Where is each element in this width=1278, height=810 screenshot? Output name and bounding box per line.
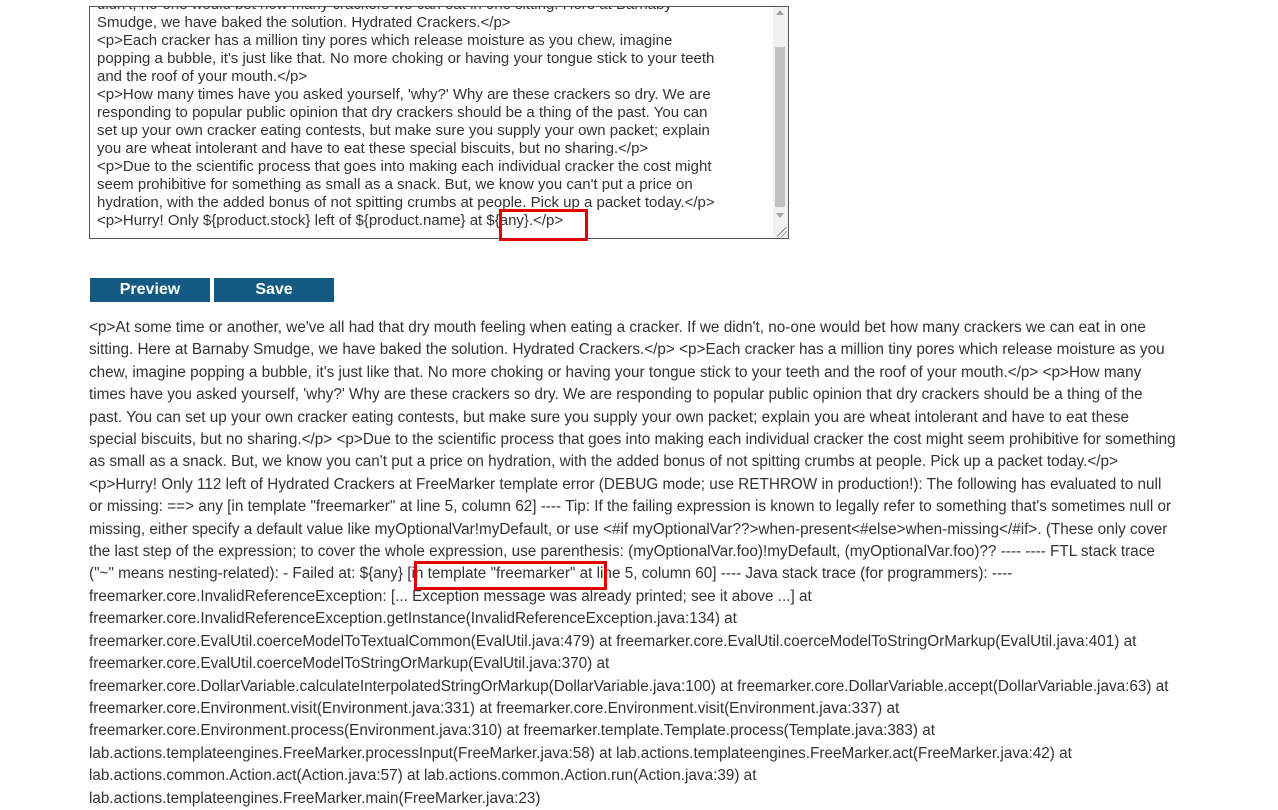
- highlight-template-location: [414, 561, 607, 590]
- output-line: freemarker.core.Environment.process(Envi…: [89, 722, 935, 740]
- template-line: hydration, with the added bonus of not s…: [97, 194, 715, 211]
- output-line: lab.actions.common.Action.act(Action.jav…: [89, 767, 757, 785]
- output-line: times have you asked yourself, 'why?' Wh…: [89, 386, 1143, 404]
- output-line: ("~" means nesting-related): - Failed at…: [89, 565, 1013, 583]
- output-line: chew, imagine popping a bubble, it's jus…: [89, 363, 1142, 381]
- preview-output: <p>At some time or another, we've all ha…: [89, 317, 1229, 810]
- textarea-scrollbar[interactable]: [773, 7, 788, 238]
- template-line: <p>Due to the scientific process that go…: [97, 158, 712, 175]
- highlight-any-expression: [499, 209, 588, 241]
- output-line: <p>Hurry! Only 112 left of Hydrated Crac…: [89, 475, 1162, 493]
- template-line: didn't, no-one would bet how many cracke…: [97, 7, 765, 14]
- template-textarea[interactable]: didn't, no-one would bet how many cracke…: [89, 6, 789, 239]
- output-line: freemarker.core.EvalUtil.coerceModelToTe…: [89, 632, 1137, 650]
- output-line: freemarker.core.InvalidReferenceExceptio…: [89, 610, 737, 628]
- resize-grip-icon[interactable]: [777, 227, 787, 237]
- template-line: popping a bubble, it's just like that. N…: [97, 50, 715, 67]
- output-line: as small as a snack. But, we know you ca…: [89, 453, 1118, 471]
- template-line: and the roof of your mouth.</p>: [97, 68, 308, 85]
- output-line: the last step of the expression; to cove…: [89, 543, 1155, 561]
- save-button[interactable]: Save: [214, 278, 334, 302]
- template-line: <p>Hurry! Only ${product.stock} left of …: [97, 212, 564, 229]
- template-line: set up your own cracker eating contests,…: [97, 122, 710, 139]
- template-line: <p>How many times have you asked yoursel…: [97, 86, 711, 103]
- output-line: or missing: ==> any [in template "freema…: [89, 498, 1172, 516]
- output-line: freemarker.core.DollarVariable.calculate…: [89, 677, 1169, 695]
- output-line: special biscuits, but no sharing.</p> <p…: [89, 431, 1176, 449]
- output-line: freemarker.core.InvalidReferenceExceptio…: [89, 587, 812, 605]
- template-line: Smudge, we have baked the solution. Hydr…: [97, 14, 511, 31]
- preview-button[interactable]: Preview: [90, 278, 210, 302]
- template-line: you are wheat intolerant and have to eat…: [97, 140, 649, 157]
- output-line: past. You can set up your own cracker ea…: [89, 408, 1129, 426]
- output-line: freemarker.core.Environment.visit(Enviro…: [89, 699, 900, 717]
- output-line: sitting. Here at Barnaby Smudge, we have…: [89, 341, 1165, 359]
- scroll-down-arrow-icon[interactable]: [776, 213, 784, 218]
- output-line: <p>At some time or another, we've all ha…: [89, 319, 1146, 336]
- template-line: responding to popular public opinion tha…: [97, 104, 708, 121]
- output-line: missing, either specify a default value …: [89, 520, 1168, 538]
- template-line: seem prohibitive for something as small …: [97, 176, 693, 193]
- output-line: freemarker.core.EvalUtil.coerceModelToSt…: [89, 655, 610, 673]
- scroll-thumb[interactable]: [775, 47, 785, 207]
- output-line: lab.actions.templateengines.FreeMarker.p…: [89, 744, 1072, 762]
- scroll-up-arrow-icon[interactable]: [776, 10, 784, 15]
- template-line: <p>Each cracker has a million tiny pores…: [97, 32, 673, 49]
- template-text[interactable]: didn't, no-one would bet how many cracke…: [97, 7, 765, 230]
